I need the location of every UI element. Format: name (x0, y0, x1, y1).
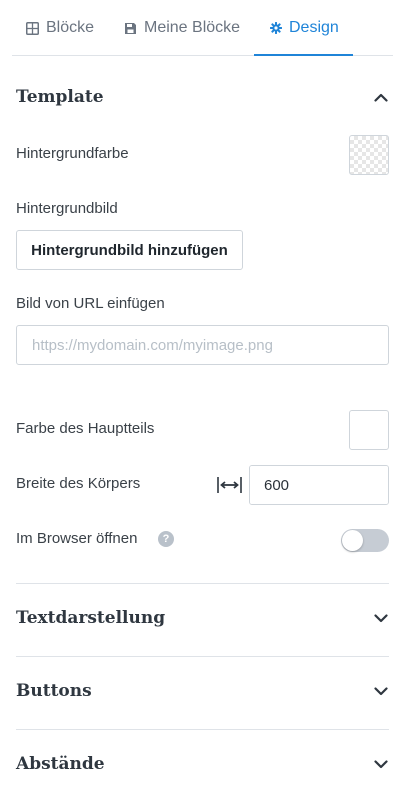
section-title-spacing: Abstände (16, 754, 105, 774)
open-in-browser-label: Im Browser öffnen (16, 530, 138, 547)
section-header-spacing[interactable]: Abstände (16, 753, 389, 775)
grid-icon (26, 21, 39, 35)
background-color-label: Hintergrundfarbe (16, 145, 129, 162)
gear-icon (270, 22, 282, 34)
body-width-field: px (249, 465, 389, 505)
toggle-knob (342, 530, 363, 551)
background-image-label: Hintergrundbild (16, 200, 118, 217)
body-width-input[interactable] (250, 466, 388, 504)
tab-my-blocks-label: Meine Blöcke (144, 19, 241, 36)
chevron-down-icon (373, 683, 389, 699)
help-icon[interactable]: ? (158, 531, 174, 547)
chevron-down-icon (373, 610, 389, 626)
design-panel-tabs: Blöcke Meine Blöcke Design (0, 0, 410, 56)
background-color-picker[interactable] (349, 135, 389, 175)
tab-my-blocks[interactable]: Meine Blöcke (124, 0, 240, 56)
body-color-label: Farbe des Hauptteils (16, 420, 155, 437)
chevron-down-icon (373, 756, 389, 772)
active-tab-indicator (254, 54, 353, 56)
section-header-typography[interactable]: Textdarstellung (16, 607, 389, 629)
section-divider (16, 656, 389, 657)
tab-design[interactable]: Design (270, 0, 339, 56)
section-title-typography: Textdarstellung (16, 608, 166, 628)
add-background-image-button[interactable]: Hintergrundbild hinzufügen (16, 230, 243, 270)
image-url-label: Bild von URL einfügen (16, 295, 165, 312)
section-divider (16, 729, 389, 730)
body-width-label: Breite des Körpers (16, 475, 141, 492)
chevron-up-icon (373, 89, 389, 105)
section-title-buttons: Buttons (16, 681, 92, 701)
tab-design-label: Design (289, 19, 339, 36)
width-arrows-icon (216, 474, 244, 496)
section-header-template[interactable]: Template (16, 86, 389, 108)
open-in-browser-toggle[interactable] (341, 529, 389, 552)
save-icon (124, 22, 137, 35)
image-url-input[interactable] (16, 325, 389, 365)
section-title-template: Template (16, 87, 104, 107)
tab-blocks[interactable]: Blöcke (26, 0, 94, 56)
tab-blocks-label: Blöcke (46, 19, 95, 36)
body-color-picker[interactable] (349, 410, 389, 450)
section-divider (16, 583, 389, 584)
section-header-buttons[interactable]: Buttons (16, 680, 389, 702)
